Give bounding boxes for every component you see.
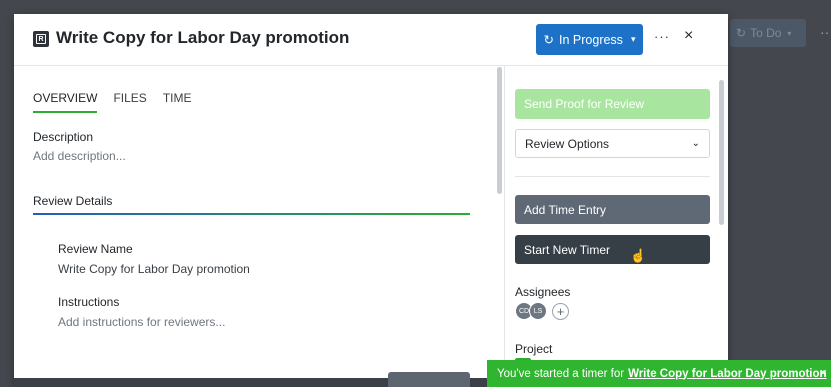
more-options-button[interactable]: ···: [654, 29, 670, 44]
description-input[interactable]: Add description...: [33, 149, 126, 163]
status-dropdown-button[interactable]: ↻ In Progress ▾: [536, 24, 643, 55]
toast-message: You've started a timer for: [497, 367, 625, 380]
review-name-value[interactable]: Write Copy for Labor Day promotion: [58, 262, 250, 276]
tab-bar: OVERVIEW FILES TIME: [33, 91, 192, 113]
chevron-down-icon: ⌄: [691, 138, 700, 149]
tab-overview[interactable]: OVERVIEW: [33, 91, 98, 113]
sync-icon: ↻: [543, 33, 555, 47]
modal-header: R Write Copy for Labor Day promotion ↻ I…: [14, 14, 728, 66]
background-toolbar: ↻ To Do ▾ ···: [728, 14, 831, 52]
assignees-label: Assignees: [515, 285, 571, 299]
add-assignee-button[interactable]: +: [552, 302, 569, 320]
review-options-dropdown[interactable]: Review Options ⌄: [515, 129, 710, 158]
review-name-label: Review Name: [58, 242, 133, 256]
instructions-input[interactable]: Add instructions for reviewers...: [58, 315, 225, 329]
toast-close-button[interactable]: ×: [819, 365, 827, 380]
section-divider: [33, 213, 470, 215]
project-label: Project: [515, 342, 553, 356]
actions-sidebar: Send Proof for Review Review Options ⌄ A…: [505, 66, 728, 387]
task-modal: R Write Copy for Labor Day promotion ↻ I…: [14, 14, 728, 387]
hand-cursor-icon: ☝: [630, 248, 647, 263]
review-icon: R: [33, 31, 49, 47]
review-details-heading: Review Details: [33, 194, 113, 208]
description-label: Description: [33, 130, 94, 144]
sidebar-divider: [515, 176, 710, 177]
review-options-label: Review Options: [525, 136, 610, 151]
bottom-action-button[interactable]: [388, 372, 470, 387]
assignee-list: CD LS +: [515, 302, 569, 320]
modal-title: Write Copy for Labor Day promotion: [56, 28, 350, 47]
start-new-timer-button[interactable]: Start New Timer: [515, 235, 710, 264]
sync-icon: ↻: [736, 26, 747, 40]
close-button[interactable]: ×: [684, 27, 693, 45]
add-time-entry-button[interactable]: Add Time Entry: [515, 195, 710, 224]
overview-pane: OVERVIEW FILES TIME Description Add desc…: [14, 67, 502, 387]
toast-task-link[interactable]: Write Copy for Labor Day promotion: [628, 368, 827, 380]
background-status-button[interactable]: ↻ To Do ▾: [730, 19, 806, 47]
timer-toast: You've started a timer for Write Copy fo…: [487, 360, 831, 387]
send-proof-button[interactable]: Send Proof for Review: [515, 89, 710, 119]
instructions-label: Instructions: [58, 295, 120, 309]
avatar[interactable]: LS: [529, 302, 547, 320]
chevron-down-icon: ▾: [630, 34, 636, 44]
tab-files[interactable]: FILES: [113, 91, 146, 113]
tab-time[interactable]: TIME: [163, 91, 192, 113]
overview-scrollbar[interactable]: [497, 67, 502, 194]
background-more-button[interactable]: ···: [820, 24, 831, 40]
sidebar-scrollbar[interactable]: [719, 80, 724, 225]
chevron-down-icon: ▾: [787, 28, 792, 38]
